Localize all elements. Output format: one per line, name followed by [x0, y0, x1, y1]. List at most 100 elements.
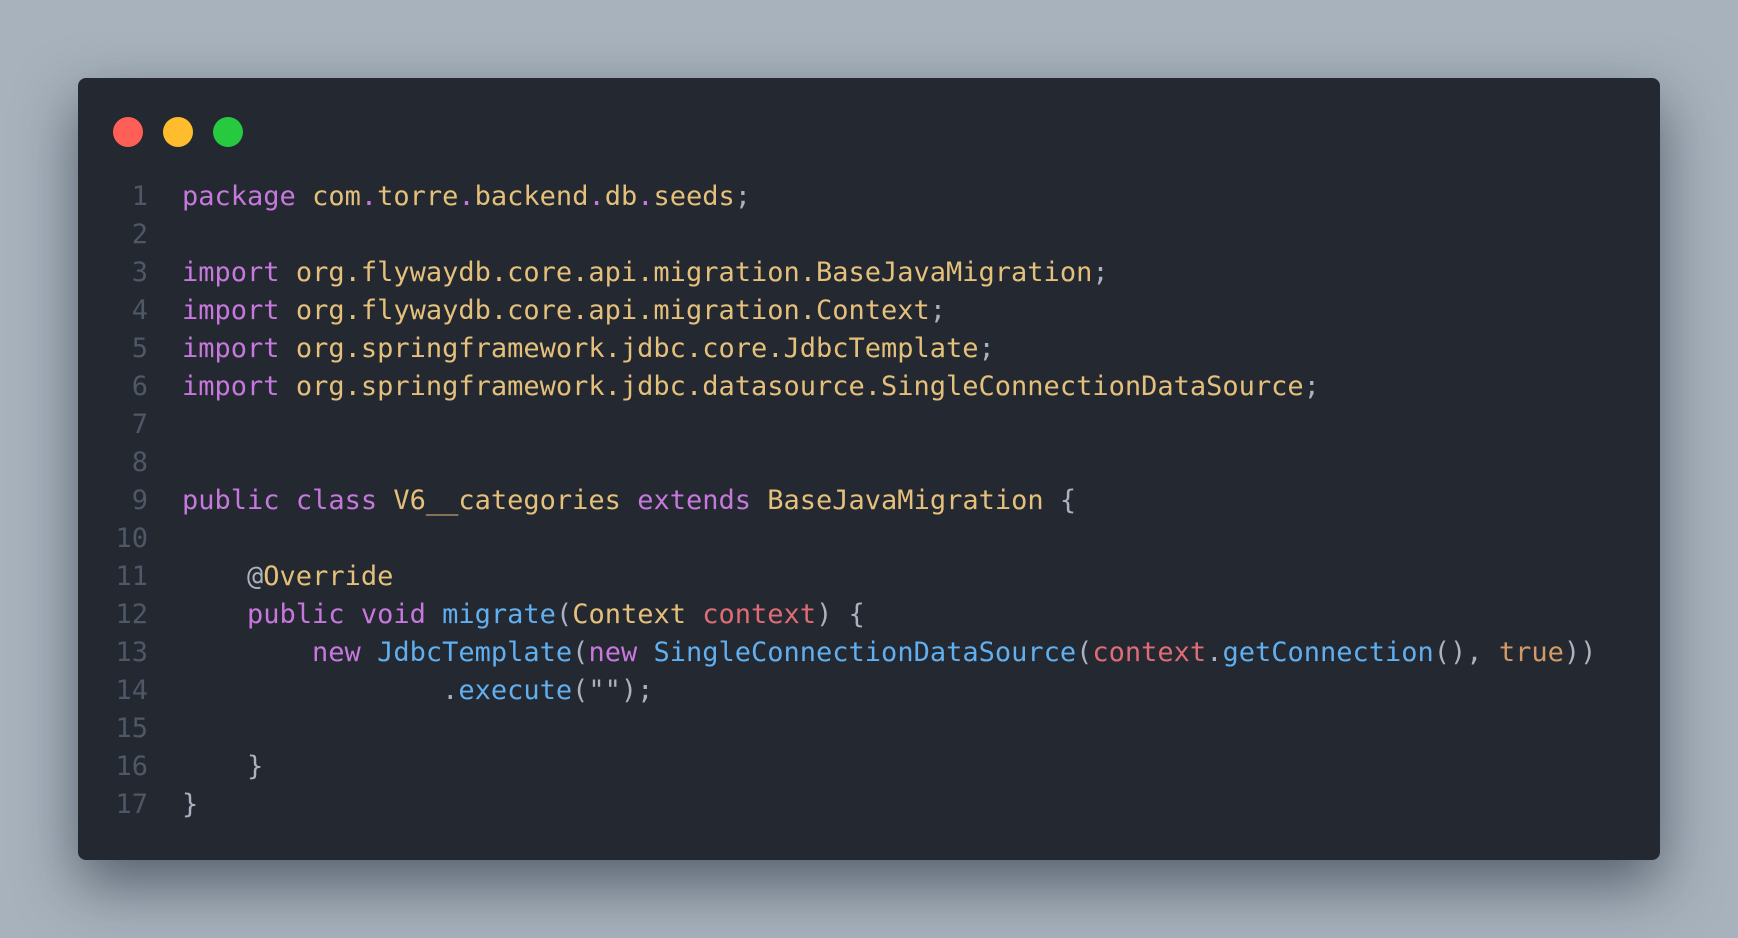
line-text: package com.torre.backend.db.seeds;: [182, 178, 751, 216]
code-window: 1 package com.torre.backend.db.seeds; 2 3 im…: [78, 78, 1660, 860]
line-text: new JdbcTemplate(new SingleConnectionDat…: [182, 634, 1596, 672]
code-token: public: [182, 485, 280, 516]
line-number: 10: [115, 523, 148, 554]
line-number: 17: [115, 789, 148, 820]
line-number: 14: [115, 675, 148, 706]
code-token: void: [360, 599, 426, 630]
code-token: }: [247, 751, 264, 782]
code-token: (: [1076, 637, 1093, 668]
code-token: ;: [929, 295, 947, 326]
code-token: ("");: [572, 675, 654, 706]
code-token: ;: [978, 333, 995, 364]
code-token: migrate: [442, 599, 556, 630]
code-token: ) {: [816, 599, 865, 630]
code-token: class: [295, 485, 378, 516]
line-text: import org.flywaydb.core.api.migration.B…: [182, 254, 1109, 292]
line-number: 2: [131, 219, 148, 250]
code-token: Context: [572, 599, 686, 630]
code-token: org.flywaydb.core.api.migration.BaseJava…: [295, 257, 1093, 288]
code-token: Override: [263, 561, 394, 592]
code-token: JdbcTemplate: [377, 637, 573, 668]
line-number: 4: [131, 295, 148, 326]
line-text: import org.flywaydb.core.api.migration.C…: [182, 292, 946, 330]
minimize-button[interactable]: [163, 117, 193, 147]
line-text: @Override: [182, 558, 393, 596]
code-token: true: [1498, 637, 1564, 668]
code-token: context: [702, 599, 817, 630]
code-token: .: [442, 675, 459, 706]
code-token: org.springframework.jdbc.core.JdbcTempla…: [295, 333, 979, 364]
code-token: .: [588, 181, 605, 212]
code-token: (: [572, 637, 589, 668]
line-text: public void migrate(Context context) {: [182, 596, 865, 634]
code-token: ;: [734, 181, 752, 212]
code-token: new: [312, 637, 361, 668]
code-token: .: [1206, 637, 1223, 668]
line-text: import org.springframework.jdbc.datasour…: [182, 368, 1320, 406]
code-token: public: [247, 599, 345, 630]
zoom-button[interactable]: [213, 117, 243, 147]
line-text: }: [182, 786, 198, 824]
code-token: }: [182, 789, 199, 820]
line-number: 9: [131, 485, 148, 516]
code-token: org.springframework.jdbc.datasource.Sing…: [295, 371, 1304, 402]
code-token: backend: [474, 181, 589, 212]
code-token: ;: [1092, 257, 1109, 288]
code-token: getConnection: [1222, 637, 1434, 668]
code-token: torre: [377, 181, 459, 212]
code-token: ;: [1303, 371, 1320, 402]
code-token: .: [458, 181, 475, 212]
code-token: BaseJavaMigration: [767, 485, 1044, 516]
line-number: 16: [115, 751, 148, 782]
code-token: import: [182, 333, 280, 364]
line-text: public class V6__categories extends Base…: [182, 482, 1076, 520]
code-token: import: [182, 295, 280, 326]
code-token: V6__categories: [393, 485, 621, 516]
code-token: @: [247, 561, 264, 592]
code-token: package: [182, 181, 296, 212]
line-number: 8: [131, 447, 148, 478]
code-token: .: [360, 181, 378, 212]
code-token: .: [637, 181, 654, 212]
code-token: SingleConnectionDataSource: [653, 637, 1077, 668]
code-token: com: [312, 181, 361, 212]
line-number: 13: [115, 637, 148, 668]
line-number: 7: [131, 409, 148, 440]
line-number: 6: [131, 371, 148, 402]
line-number: 12: [115, 599, 148, 630]
code-token: (: [555, 599, 573, 630]
code-token: seeds: [653, 181, 735, 212]
code-token: )): [1563, 637, 1597, 668]
line-number: 11: [115, 561, 148, 592]
line-number: 5: [131, 333, 148, 364]
close-button[interactable]: [113, 117, 143, 147]
code-token: new: [588, 637, 638, 668]
code-token: context: [1092, 637, 1207, 668]
code-token: org.flywaydb.core.api.migration.Context: [295, 295, 930, 326]
line-text: }: [182, 748, 263, 786]
code-token: db: [604, 181, 638, 212]
line-text: import org.springframework.jdbc.core.Jdb…: [182, 330, 995, 368]
line-text: .execute("");: [182, 672, 653, 710]
code-token: {: [1043, 485, 1077, 516]
code-token: import: [182, 371, 280, 402]
line-number: 1: [131, 181, 148, 212]
